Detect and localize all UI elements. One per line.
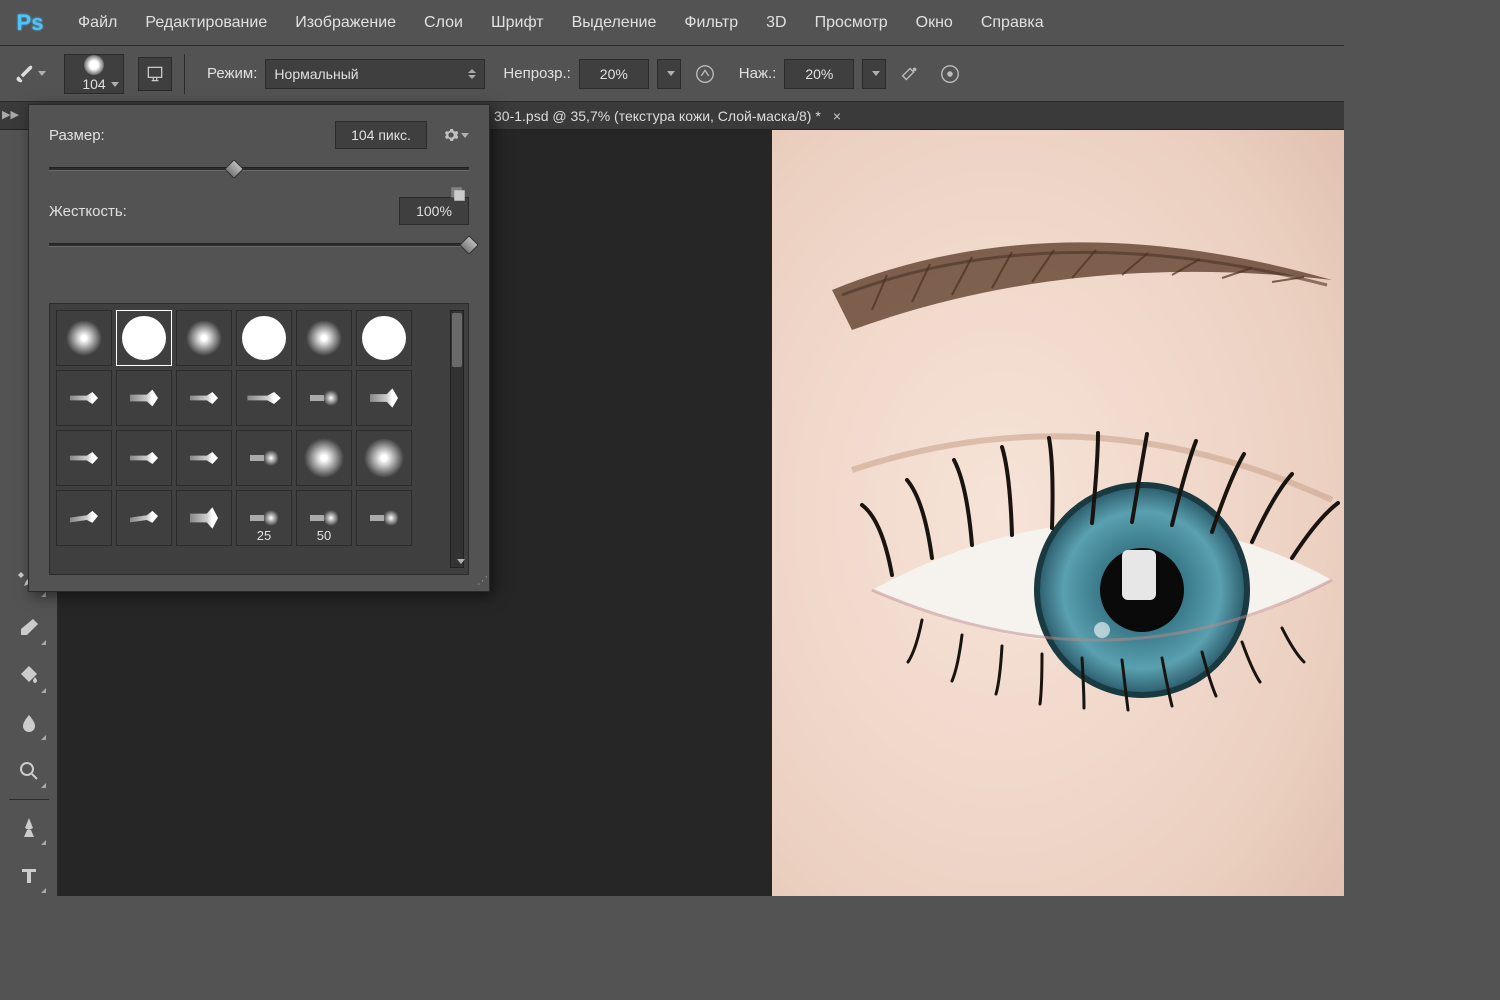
brush-preset[interactable]: 50	[296, 490, 352, 546]
opacity-label: Непрозр.:	[503, 65, 570, 82]
menu-layers[interactable]: Слои	[414, 10, 473, 36]
new-preset-icon	[449, 185, 467, 203]
options-bar: 104 Режим: Нормальный Непрозр.: 20% Наж.…	[0, 46, 1344, 102]
brush-preset[interactable]	[176, 310, 232, 366]
brush-size-text: Размер:	[49, 127, 105, 144]
tool-eraser[interactable]	[9, 608, 49, 648]
brush-preset[interactable]	[296, 430, 352, 486]
brush-preset[interactable]	[116, 490, 172, 546]
brush-preset[interactable]	[236, 370, 292, 426]
brush-icon	[14, 63, 34, 85]
divider	[184, 54, 185, 94]
menu-window[interactable]: Окно	[906, 10, 963, 36]
mode-label: Режим:	[207, 65, 257, 82]
menu-help[interactable]: Справка	[971, 10, 1054, 36]
brush-preset[interactable]	[56, 490, 112, 546]
airbrush-toggle[interactable]	[894, 58, 926, 90]
menu-edit[interactable]: Редактирование	[135, 10, 277, 36]
menu-bar: Ps Файл Редактирование Изображение Слои …	[0, 0, 1344, 46]
menu-view[interactable]: Просмотр	[805, 10, 898, 36]
brush-preset[interactable]	[356, 370, 412, 426]
brush-preview-icon	[84, 55, 104, 75]
brush-preset[interactable]	[116, 370, 172, 426]
tool-blur[interactable]	[9, 704, 49, 744]
opacity-value: 20%	[600, 66, 628, 82]
tool-type[interactable]	[9, 856, 49, 896]
new-brush-preset-button[interactable]	[449, 185, 467, 206]
brush-preset[interactable]	[56, 370, 112, 426]
brush-preset[interactable]	[356, 490, 412, 546]
resize-handle-icon[interactable]: ⋰	[477, 574, 485, 587]
gear-icon	[443, 127, 459, 143]
brush-preset[interactable]	[56, 430, 112, 486]
menu-filter[interactable]: Фильтр	[674, 10, 748, 36]
brush-hardness-text: Жесткость:	[49, 203, 127, 220]
preset-scrollbar[interactable]	[450, 310, 464, 568]
tool-pen[interactable]	[9, 808, 49, 848]
brush-size-field[interactable]: 104 пикс.	[335, 121, 427, 149]
brush-preset-selected[interactable]	[116, 310, 172, 366]
document-canvas[interactable]	[772, 130, 1344, 896]
brush-preset[interactable]	[296, 370, 352, 426]
panel-expand-icon[interactable]: ▶▶	[2, 108, 19, 121]
blend-mode-value: Нормальный	[274, 66, 358, 82]
brush-preset[interactable]	[236, 430, 292, 486]
tool-paint-bucket[interactable]	[9, 656, 49, 696]
brush-flyout-menu[interactable]	[443, 127, 469, 143]
document-tab[interactable]: 30-1.psd @ 35,7% (текстура кожи, Слой-ма…	[494, 108, 821, 124]
brush-size-label: 104	[82, 76, 105, 92]
menu-select[interactable]: Выделение	[562, 10, 667, 36]
menu-type[interactable]: Шрифт	[481, 10, 554, 36]
flow-value: 20%	[805, 66, 833, 82]
brush-hardness-slider[interactable]	[49, 235, 469, 255]
brush-settings-icon	[145, 64, 165, 84]
blend-mode-dropdown[interactable]: Нормальный	[265, 59, 485, 89]
tab-close-button[interactable]: ×	[833, 108, 841, 124]
brush-preset[interactable]: 25	[236, 490, 292, 546]
brush-preset[interactable]	[356, 430, 412, 486]
brush-preset[interactable]	[176, 430, 232, 486]
size-pressure-toggle[interactable]	[934, 58, 966, 90]
menu-3d[interactable]: 3D	[756, 10, 796, 36]
brush-size-slider[interactable]	[49, 159, 469, 179]
menu-file[interactable]: Файл	[68, 10, 127, 36]
brush-preset-size: 50	[317, 528, 331, 543]
divider	[9, 799, 49, 800]
airbrush-icon	[899, 63, 921, 85]
flow-dropdown[interactable]	[862, 59, 886, 89]
tablet-size-icon	[939, 63, 961, 85]
eye-photo-placeholder	[772, 130, 1344, 896]
opacity-pressure-toggle[interactable]	[689, 58, 721, 90]
flow-label: Наж.:	[739, 65, 777, 82]
brush-preset[interactable]	[56, 310, 112, 366]
brush-preset[interactable]	[236, 310, 292, 366]
tool-preset-dropdown[interactable]	[14, 58, 46, 90]
opacity-dropdown[interactable]	[657, 59, 681, 89]
brush-panel-toggle[interactable]	[138, 57, 172, 91]
brush-preset[interactable]	[356, 310, 412, 366]
brush-preset-grid: 25 50	[49, 303, 469, 575]
tablet-pressure-icon	[694, 63, 716, 85]
brush-preset[interactable]	[176, 370, 232, 426]
brush-preset[interactable]	[176, 490, 232, 546]
flow-input[interactable]: 20%	[784, 59, 854, 89]
tool-dodge[interactable]	[9, 751, 49, 791]
brush-preset-size: 25	[257, 528, 271, 543]
brush-preset[interactable]	[116, 430, 172, 486]
brush-preset-popup: Размер: 104 пикс. Жесткость: 100%	[28, 104, 490, 592]
menu-image[interactable]: Изображение	[285, 10, 406, 36]
opacity-input[interactable]: 20%	[579, 59, 649, 89]
brush-preset[interactable]	[296, 310, 352, 366]
photoshop-logo-icon: Ps	[12, 5, 48, 41]
brush-preset-picker[interactable]: 104	[64, 54, 124, 94]
